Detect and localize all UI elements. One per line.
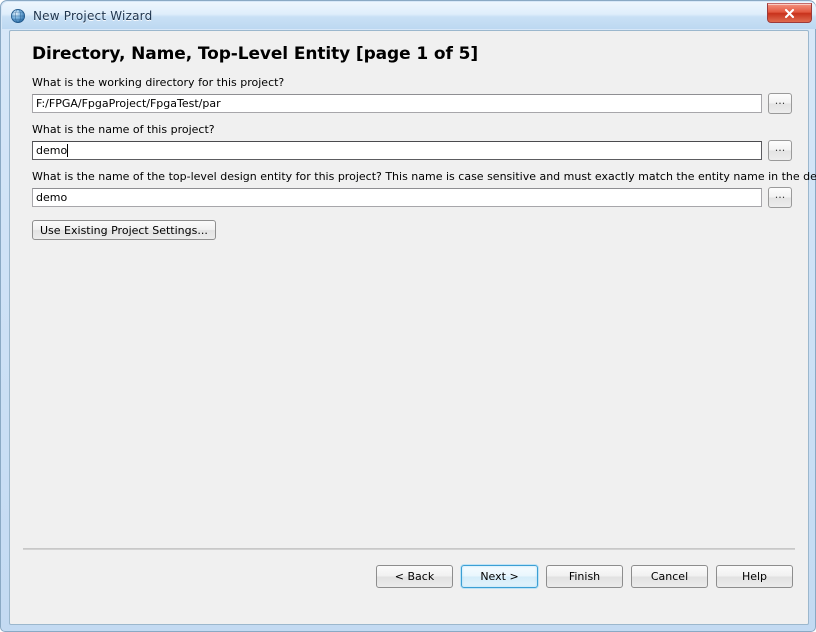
title-bar[interactable]: New Project Wizard: [2, 2, 816, 29]
top-level-entity-row: ...: [32, 187, 792, 208]
working-directory-input-wrap: [32, 94, 762, 113]
working-directory-label: What is the working directory for this p…: [32, 76, 285, 89]
browse-top-level-entity-button[interactable]: ...: [768, 187, 792, 208]
page-title: Directory, Name, Top-Level Entity [page …: [32, 44, 478, 64]
finish-button[interactable]: Finish: [546, 565, 623, 588]
close-icon[interactable]: [767, 3, 812, 23]
back-button[interactable]: < Back: [376, 565, 453, 588]
field-project-name: What is the name of this project? ...: [32, 123, 792, 161]
dialog-client-area: Directory, Name, Top-Level Entity [page …: [9, 30, 816, 625]
use-existing-project-settings-button[interactable]: Use Existing Project Settings...: [32, 220, 216, 240]
window-controls: [767, 3, 812, 23]
app-globe-icon: [10, 8, 26, 24]
project-name-row: ...: [32, 140, 792, 161]
working-directory-row: ...: [32, 93, 792, 114]
working-directory-input[interactable]: [32, 94, 762, 113]
window-title: New Project Wizard: [33, 8, 153, 23]
help-button[interactable]: Help: [716, 565, 793, 588]
form-area: What is the working directory for this p…: [32, 76, 816, 240]
field-working-directory: What is the working directory for this p…: [32, 76, 792, 114]
project-name-input[interactable]: [32, 141, 762, 160]
project-name-label: What is the name of this project?: [32, 123, 215, 136]
top-level-entity-input[interactable]: [32, 188, 762, 207]
top-level-entity-label: What is the name of the top-level design…: [32, 170, 816, 183]
dialog-content: Directory, Name, Top-Level Entity [page …: [11, 32, 816, 623]
dialog-window: New Project Wizard Directory, Name, Top-…: [0, 0, 816, 632]
browse-working-directory-button[interactable]: ...: [768, 93, 792, 114]
field-top-level-entity: What is the name of the top-level design…: [32, 170, 816, 208]
wizard-footer: < Back Next > Finish Cancel Help: [11, 556, 807, 616]
next-button[interactable]: Next >: [461, 565, 538, 588]
footer-separator: [23, 548, 795, 550]
text-caret: [67, 144, 69, 157]
project-name-input-wrap: [32, 141, 762, 160]
browse-project-name-button[interactable]: ...: [768, 140, 792, 161]
cancel-button[interactable]: Cancel: [631, 565, 708, 588]
top-level-entity-input-wrap: [32, 188, 762, 207]
